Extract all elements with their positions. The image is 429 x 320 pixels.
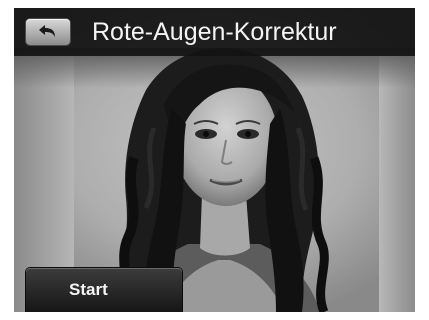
camera-screen: Rote-Augen-Korrektur Start — [14, 8, 415, 312]
back-arrow-icon — [39, 25, 55, 37]
start-button-label: Start — [69, 280, 108, 299]
title-bar: Rote-Augen-Korrektur — [14, 8, 415, 56]
page-title: Rote-Augen-Korrektur — [92, 18, 337, 46]
start-button[interactable]: Start — [26, 268, 182, 312]
back-button[interactable] — [26, 19, 70, 45]
